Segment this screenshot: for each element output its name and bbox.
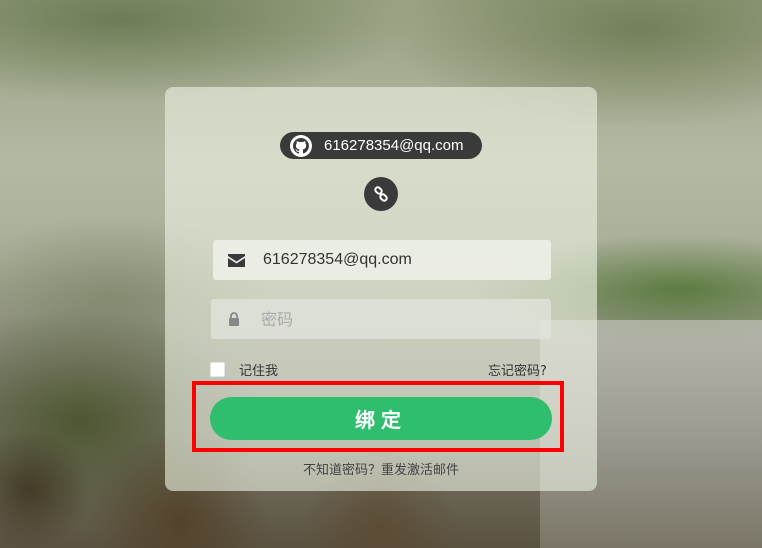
bind-button[interactable]: 绑定 [210,397,552,440]
email-input[interactable] [261,244,545,276]
link-icon [364,177,398,211]
lock-icon [223,312,245,326]
forgot-password-link[interactable]: 忘记密码? [488,360,547,379]
remember-me[interactable]: 记住我 [210,360,278,379]
github-account-badge: 616278354@qq.com [280,132,482,159]
github-email: 616278354@qq.com [324,137,464,154]
remember-checkbox[interactable] [210,362,225,377]
email-field[interactable] [213,240,551,280]
envelope-icon [225,253,247,267]
resend-activation-link[interactable]: 不知道密码？重发激活邮件 [0,459,762,478]
password-input[interactable] [259,303,543,335]
password-field[interactable] [211,299,551,339]
github-icon [290,134,312,157]
remember-label: 记住我 [239,364,279,379]
